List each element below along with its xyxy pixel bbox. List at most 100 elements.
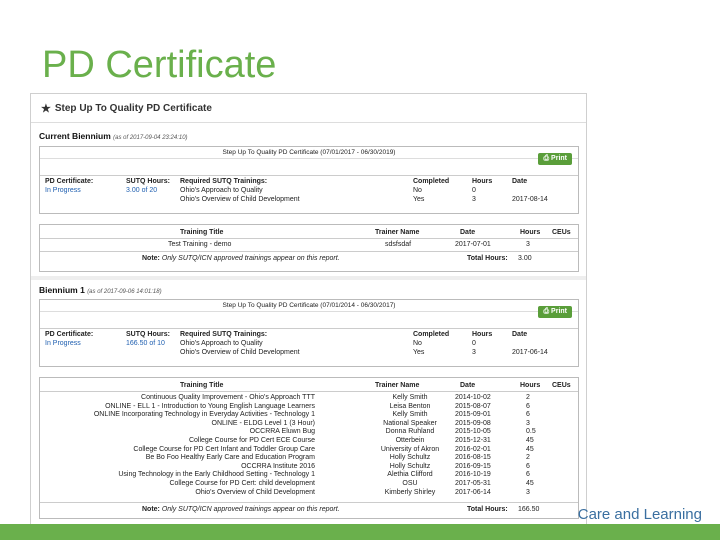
- section-divider: [31, 276, 586, 280]
- training-trainer: Donna Ruhland: [385, 428, 435, 436]
- training-trainer: Leisa Benton: [389, 402, 431, 410]
- note-label: Note:: [142, 255, 160, 262]
- training-hours: 6: [526, 411, 530, 419]
- training-date: 2014-10-02: [455, 394, 491, 401]
- required-completed: No: [413, 340, 422, 347]
- training-date: 2016-10-19: [455, 471, 491, 479]
- training-hours: 2: [526, 394, 530, 401]
- training-hours: 3: [526, 488, 530, 496]
- required-hours: 0: [472, 340, 476, 347]
- training-date: 2017-07-01: [455, 241, 491, 248]
- biennium1-trainings-box: Training Title Trainer Name Date Hours C…: [39, 377, 579, 519]
- training-hours: 0.5: [526, 428, 536, 436]
- training-date: 2015-09-01: [455, 411, 491, 419]
- col-train-date: Date: [460, 229, 476, 236]
- required-completed: No: [413, 187, 422, 194]
- app-header: ★ Step Up To Quality PD Certificate: [31, 94, 586, 123]
- col-train-ceus: CEUs: [552, 382, 571, 389]
- current-cert-box: Step Up To Quality PD Certificate (07/01…: [39, 146, 579, 214]
- total-hours-value: 166.50: [518, 506, 540, 513]
- training-hours: 6: [526, 402, 530, 410]
- training-trainer: OSU: [402, 480, 418, 487]
- training-date: 2015-12-31: [455, 437, 491, 444]
- required-date: 2017-08-14: [512, 196, 548, 203]
- col-train-date: Date: [460, 382, 476, 389]
- training-trainer: University of Akron: [380, 445, 440, 453]
- training-trainer: Kelly Smith: [392, 394, 428, 401]
- cert-status[interactable]: In Progress: [45, 340, 81, 347]
- col-train-ceus: CEUs: [552, 229, 571, 236]
- training-hours: 6: [526, 462, 530, 470]
- col-training-title: Training Title: [180, 382, 224, 389]
- required-name: Ohio's Approach to Quality: [180, 340, 263, 347]
- note-label: Note:: [142, 506, 160, 513]
- col-sutq-hours: SUTQ Hours:: [126, 331, 170, 338]
- training-date: 2016-09-15: [455, 462, 491, 470]
- current-biennium-title: Current Biennium (as of 2017-09-04 23:24…: [39, 131, 188, 141]
- col-train-hours: Hours: [520, 382, 541, 389]
- training-trainer: Kelly Smith: [392, 411, 428, 419]
- note-line: Note: Only SUTQ/ICN approved trainings a…: [142, 255, 340, 262]
- note-text: Only SUTQ/ICN approved trainings appear …: [161, 255, 340, 262]
- required-completed: Yes: [413, 349, 425, 356]
- col-completed: Completed: [413, 331, 450, 338]
- biennium1-cert-box: Step Up To Quality PD Certificate (07/01…: [39, 299, 579, 367]
- training-title: College Course for PD Cert Infant and To…: [133, 445, 315, 453]
- col-date: Date: [512, 178, 528, 185]
- training-date: 2015-09-08: [455, 419, 491, 427]
- current-print-button[interactable]: ⎙ Print: [538, 153, 572, 165]
- required-name: Ohio's Overview of Child Development: [180, 196, 300, 203]
- training-hours: 45: [526, 437, 534, 444]
- footer-text: Care and Learning: [577, 506, 702, 523]
- training-hours: 45: [526, 445, 534, 453]
- training-trainer: Alethia Clifford: [387, 471, 433, 479]
- col-pd-cert: PD Certificate:: [45, 178, 94, 185]
- current-cert-header: Step Up To Quality PD Certificate (07/01…: [40, 147, 578, 159]
- col-date: Date: [512, 331, 528, 338]
- certificate-screenshot: ★ Step Up To Quality PD Certificate Curr…: [30, 93, 587, 525]
- training-trainer: Holly Schultz: [389, 454, 431, 462]
- cert-status[interactable]: In Progress: [45, 187, 81, 194]
- training-title: ONLINE - ELDG Level 1 (3 Hour): [211, 419, 315, 427]
- training-date: 2017-06-14: [455, 488, 491, 496]
- col-pd-cert: PD Certificate:: [45, 331, 94, 338]
- col-training-title: Training Title: [180, 229, 224, 236]
- col-sutq-hours: SUTQ Hours:: [126, 178, 170, 185]
- training-hours: 6: [526, 471, 530, 479]
- col-trainer-name: Trainer Name: [375, 382, 420, 389]
- col-trainer-name: Trainer Name: [375, 229, 420, 236]
- print-label: Print: [551, 308, 567, 315]
- training-title: Ohio's Overview of Child Development: [195, 488, 315, 496]
- training-hours: 2: [526, 454, 530, 462]
- sutq-hours-value[interactable]: 166.50 of 10: [126, 340, 165, 347]
- training-trainer: Otterbein: [395, 437, 425, 444]
- sutq-hours-value[interactable]: 3.00 of 20: [126, 187, 157, 194]
- total-hours-label: Total Hours:: [467, 255, 508, 262]
- required-name: Ohio's Approach to Quality: [180, 187, 263, 194]
- col-required: Required SUTQ Trainings:: [180, 331, 268, 338]
- training-title: Be Bo Foo Healthy Early Care and Educati…: [145, 454, 315, 462]
- required-hours: 3: [472, 196, 476, 203]
- training-title: Continuous Quality Improvement - Ohio's …: [141, 394, 315, 401]
- biennium1-print-button[interactable]: ⎙ Print: [538, 306, 572, 318]
- required-date: 2017-06-14: [512, 349, 548, 356]
- training-title: OCCRRA Eluwn Bug: [249, 428, 315, 436]
- training-hours: 3: [526, 241, 530, 248]
- biennium1-title: Biennium 1 (as of 2017-09-06 14:01:18): [39, 285, 162, 295]
- training-date: 2015-10-05: [455, 428, 491, 436]
- training-title: Test Training - demo: [168, 241, 232, 248]
- training-date: 2016-02-01: [455, 445, 491, 453]
- training-trainer: Holly Schultz: [389, 462, 431, 470]
- app-header-title: Step Up To Quality PD Certificate: [54, 102, 212, 114]
- star-icon: ★: [41, 102, 51, 115]
- col-hours: Hours: [472, 178, 493, 185]
- note-text: Only SUTQ/ICN approved trainings appear …: [161, 506, 340, 513]
- training-trainer: National Speaker: [383, 419, 437, 427]
- print-label: Print: [551, 155, 567, 162]
- training-trainer: sdsfsdaf: [385, 241, 412, 248]
- training-date: 2015-08-07: [455, 402, 491, 410]
- current-biennium-label: Current Biennium: [39, 131, 111, 141]
- training-title: College Course for PD Cert: child develo…: [169, 480, 315, 487]
- required-completed: Yes: [413, 196, 425, 203]
- training-title: OCCRRA Institute 2016: [241, 462, 315, 470]
